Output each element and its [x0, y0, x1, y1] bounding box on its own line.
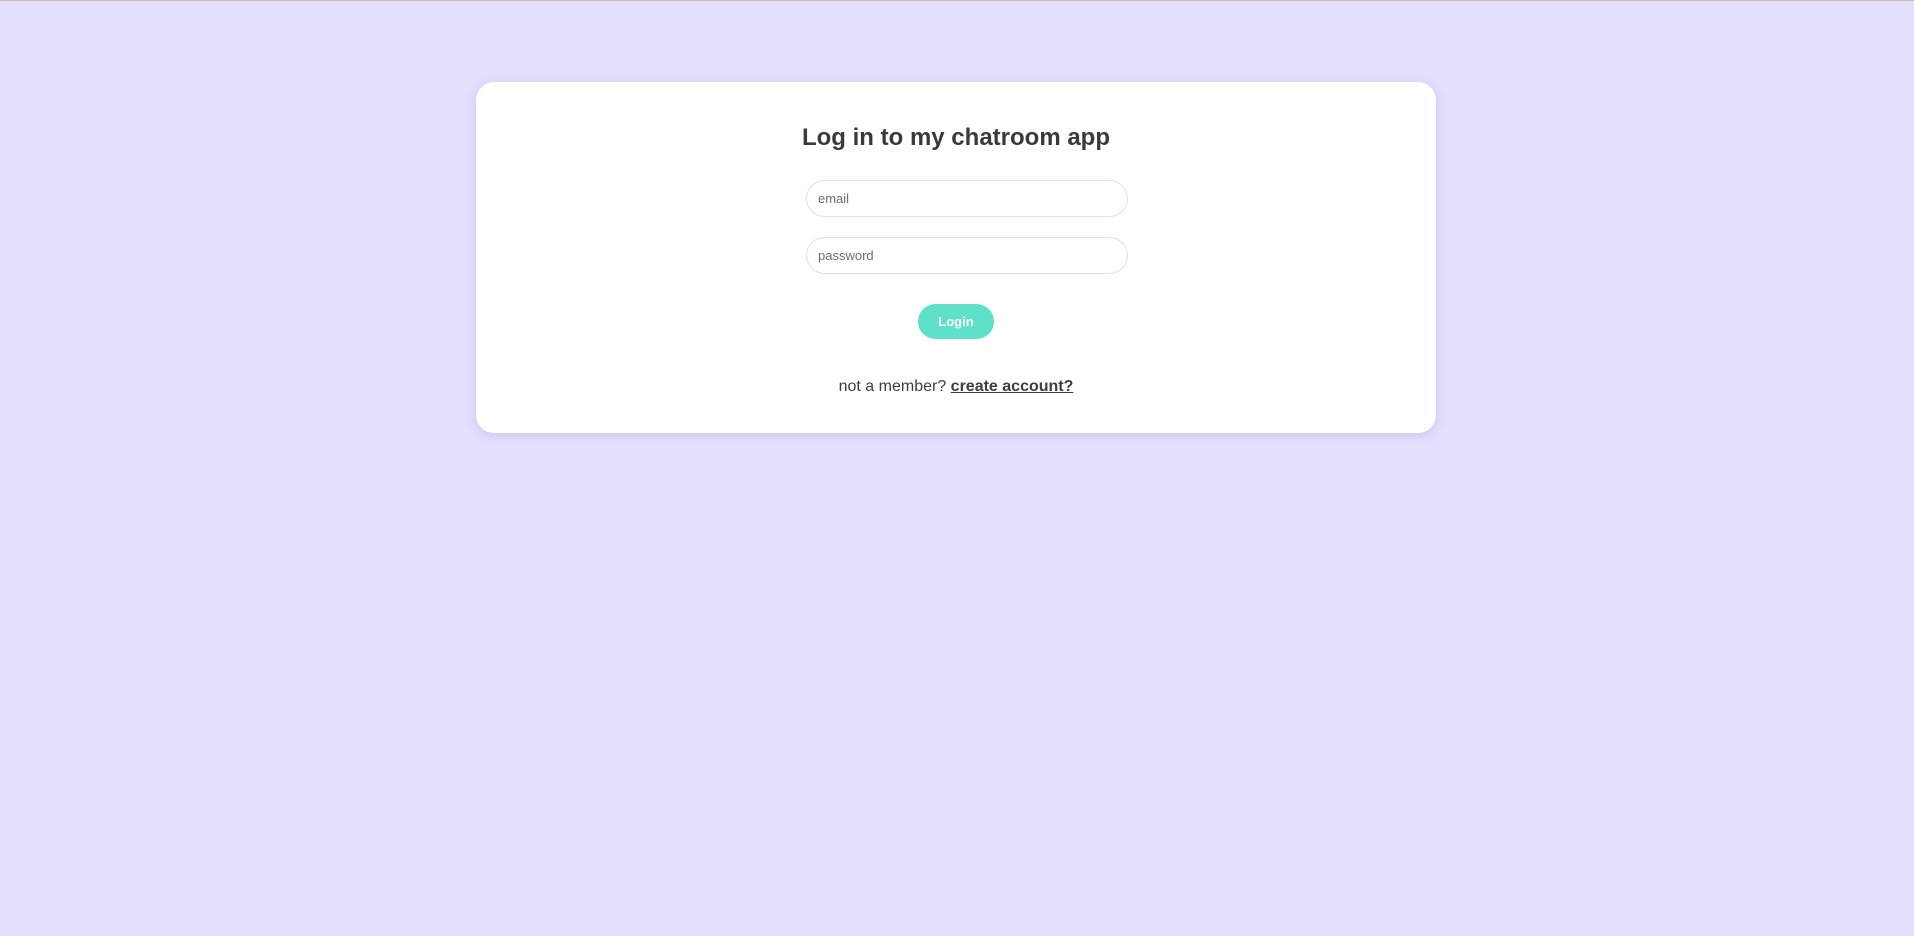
password-input[interactable]	[806, 237, 1128, 274]
login-button[interactable]: Login	[918, 304, 994, 339]
signup-prompt-text: not a member?	[838, 378, 947, 395]
top-border-line	[0, 0, 1914, 1]
create-account-link[interactable]: create account?	[951, 378, 1074, 395]
login-card: Log in to my chatroom app Login not a me…	[476, 82, 1436, 433]
page-title: Log in to my chatroom app	[801, 124, 1110, 151]
signup-prompt-row: not a member? create account?	[476, 377, 1436, 397]
email-input[interactable]	[806, 180, 1128, 217]
